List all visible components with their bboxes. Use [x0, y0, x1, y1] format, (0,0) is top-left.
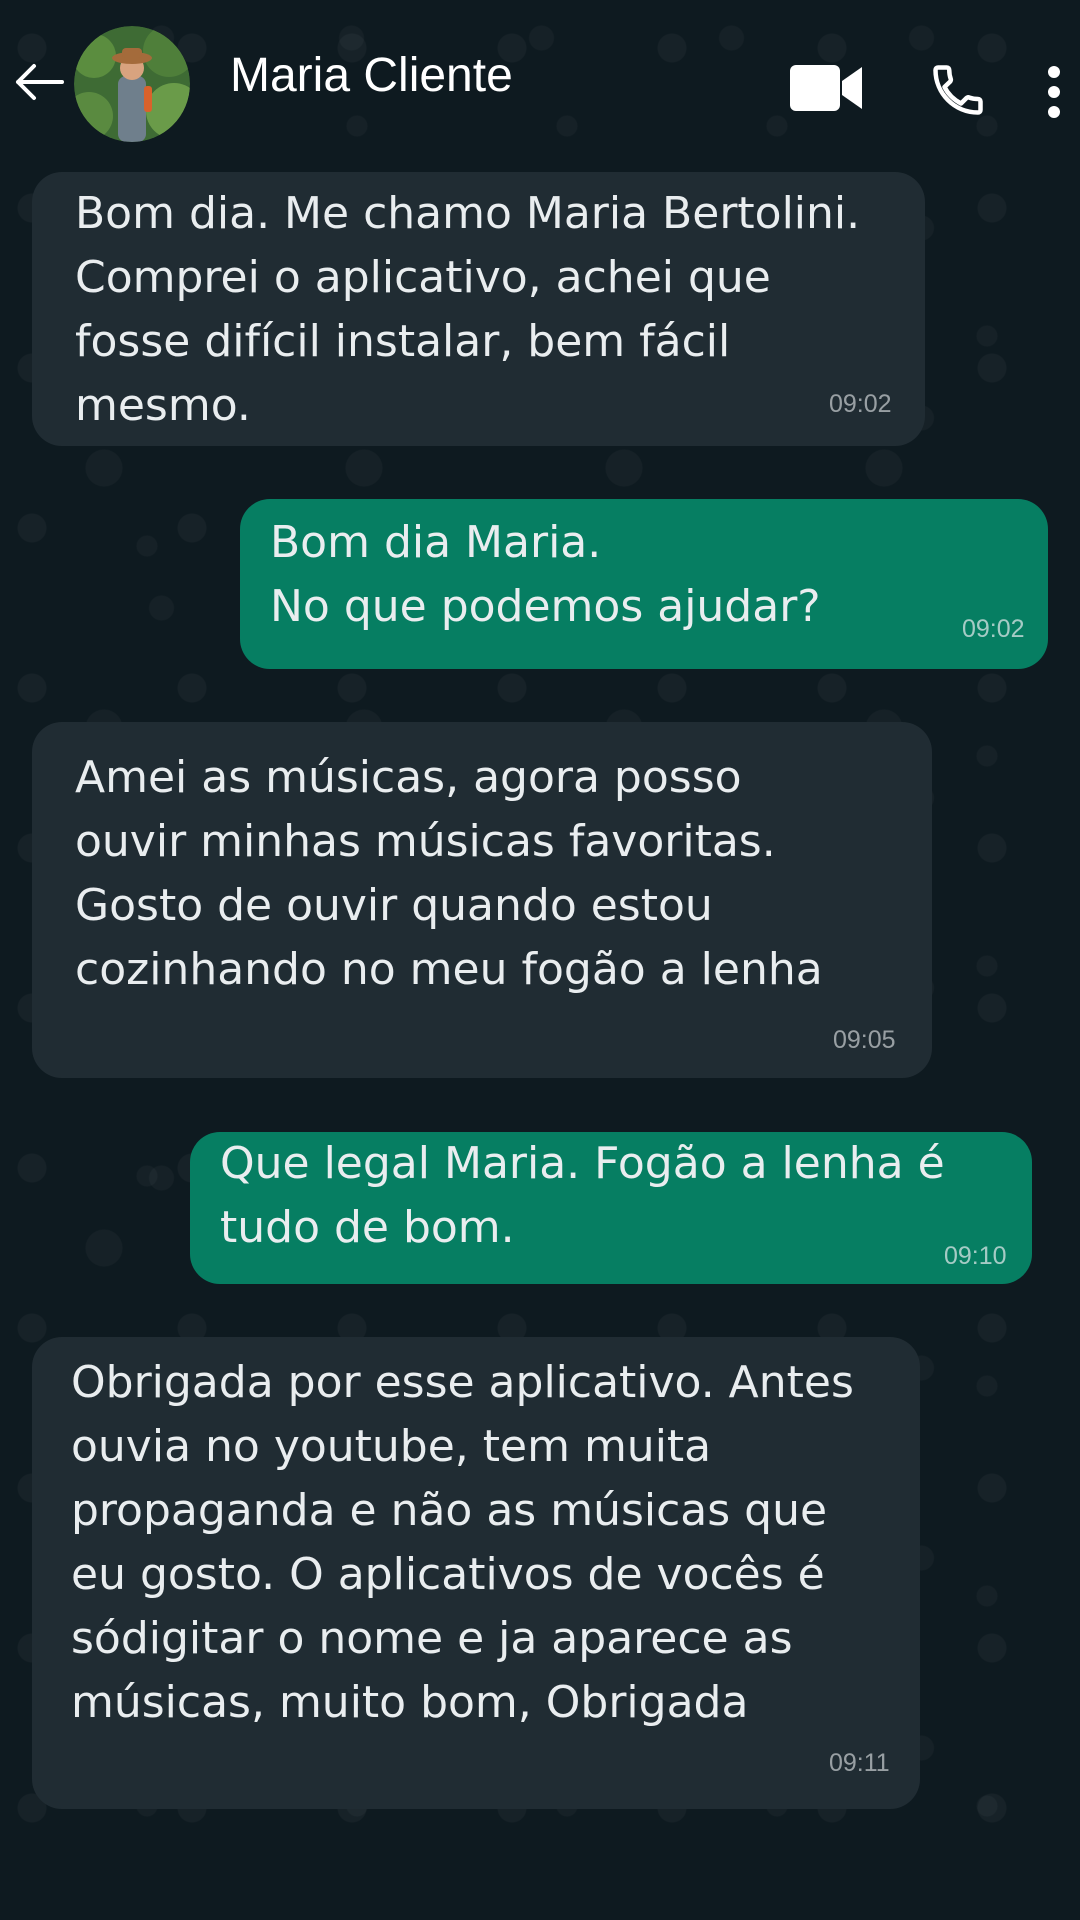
message-time: 09:02	[829, 390, 892, 418]
message-time: 09:10	[944, 1242, 1007, 1270]
message-time: 09:11	[829, 1749, 890, 1777]
message-text: Que legal Maria. Fogão a lenha é tudo de…	[220, 1138, 945, 1253]
chat-header: Maria Cliente	[0, 0, 1080, 160]
message-bubble-incoming[interactable]: Obrigada por esse aplicativo. Antes ouvi…	[32, 1337, 920, 1809]
message-bubble-incoming[interactable]: Amei as músicas, agora posso ouvir minha…	[32, 722, 932, 1078]
message-bubble-incoming[interactable]: Bom dia. Me chamo Maria Bertolini. Compr…	[32, 172, 925, 446]
more-vertical-icon	[1047, 66, 1061, 122]
message-text: Obrigada por esse aplicativo. Antes ouvi…	[71, 1357, 854, 1728]
contact-name[interactable]: Maria Cliente	[230, 48, 513, 103]
video-call-button[interactable]	[786, 56, 866, 124]
message-time: 09:02	[962, 615, 1025, 643]
avatar[interactable]	[74, 26, 190, 142]
phone-icon	[928, 60, 988, 124]
voice-call-button[interactable]	[922, 56, 994, 128]
message-time: 09:05	[833, 1026, 896, 1054]
more-options-button[interactable]	[1036, 58, 1072, 130]
back-arrow-icon	[12, 62, 64, 106]
video-camera-icon	[788, 63, 864, 117]
message-text: Amei as músicas, agora posso ouvir minha…	[75, 752, 823, 995]
message-text: Bom dia. Me chamo Maria Bertolini. Compr…	[75, 188, 861, 431]
message-bubble-outgoing[interactable]: Bom dia Maria. No que podemos ajudar? 09…	[240, 499, 1048, 669]
message-text: Bom dia Maria. No que podemos ajudar?	[270, 517, 821, 632]
back-button[interactable]	[8, 56, 68, 112]
message-bubble-outgoing[interactable]: Que legal Maria. Fogão a lenha é tudo de…	[190, 1132, 1032, 1284]
